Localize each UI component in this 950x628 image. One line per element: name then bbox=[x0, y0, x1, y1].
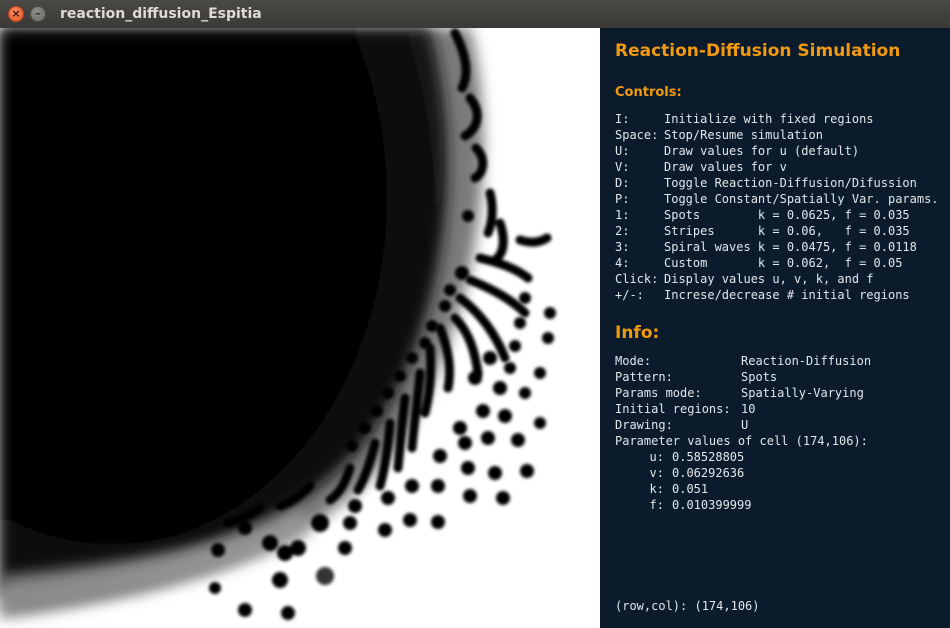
info-list: Mode: Reaction-Diffusion Pattern: Spots Pa… bbox=[615, 353, 950, 449]
window-title: reaction_diffusion_Espitia bbox=[60, 6, 262, 22]
cell-coordinates: (row,col): (174,106) bbox=[615, 599, 760, 613]
info-row: Drawing: U bbox=[615, 418, 749, 432]
panel-title: Reaction-Diffusion Simulation bbox=[615, 41, 901, 61]
control-row: I: Initialize with fixed regions bbox=[615, 112, 874, 126]
control-row: +/-: Increse/decrease # initial regions bbox=[615, 288, 910, 302]
control-row: 4: Custom k = 0.062, f = 0.05 bbox=[615, 256, 903, 270]
param-row: f: 0.010399999 bbox=[649, 498, 752, 512]
control-row: Space: Stop/Resume simulation bbox=[615, 128, 823, 142]
param-row: k: 0.051 bbox=[649, 482, 709, 496]
minimize-icon: – bbox=[35, 7, 41, 20]
info-panel: Reaction-Diffusion Simulation Controls: … bbox=[600, 28, 950, 628]
param-row: u: 0.58528805 bbox=[649, 450, 745, 464]
control-row: U: Draw values for u (default) bbox=[615, 144, 860, 158]
info-row: Pattern: Spots bbox=[615, 370, 778, 384]
param-row: v: 0.06292636 bbox=[649, 466, 745, 480]
control-row: V: Draw values for v bbox=[615, 160, 787, 174]
controls-heading: Controls: bbox=[615, 85, 682, 100]
title-bar: × – reaction_diffusion_Espitia bbox=[0, 0, 950, 29]
param-heading: Parameter values of cell (174,106): bbox=[615, 434, 868, 448]
control-row: D: Toggle Reaction-Diffusion/Difussion bbox=[615, 176, 917, 190]
minimize-button[interactable]: – bbox=[30, 6, 46, 22]
info-row: Params mode: Spatially-Varying bbox=[615, 386, 864, 400]
control-row: P: Toggle Constant/Spatially Var. params. bbox=[615, 192, 939, 206]
simulation-canvas[interactable] bbox=[0, 28, 600, 628]
close-icon: × bbox=[11, 7, 21, 20]
control-row: 1: Spots k = 0.0625, f = 0.035 bbox=[615, 208, 910, 222]
info-heading: Info: bbox=[615, 323, 660, 343]
control-row: 2: Stripes k = 0.06, f = 0.035 bbox=[615, 224, 910, 238]
info-row: Mode: Reaction-Diffusion bbox=[615, 354, 872, 368]
reaction-diffusion-pattern bbox=[0, 28, 600, 628]
param-values: u: 0.58528805 v: 0.06292636 k: 0.051 f: 0.01… bbox=[615, 449, 935, 513]
info-row: Initial regions: 10 bbox=[615, 402, 756, 416]
control-row: Click: Display values u, v, k, and f bbox=[615, 272, 874, 286]
control-row: 3: Spiral waves k = 0.0475, f = 0.0118 bbox=[615, 240, 917, 254]
controls-list: I: Initialize with fixed regions Space: St… bbox=[615, 111, 950, 303]
close-button[interactable]: × bbox=[8, 6, 24, 22]
